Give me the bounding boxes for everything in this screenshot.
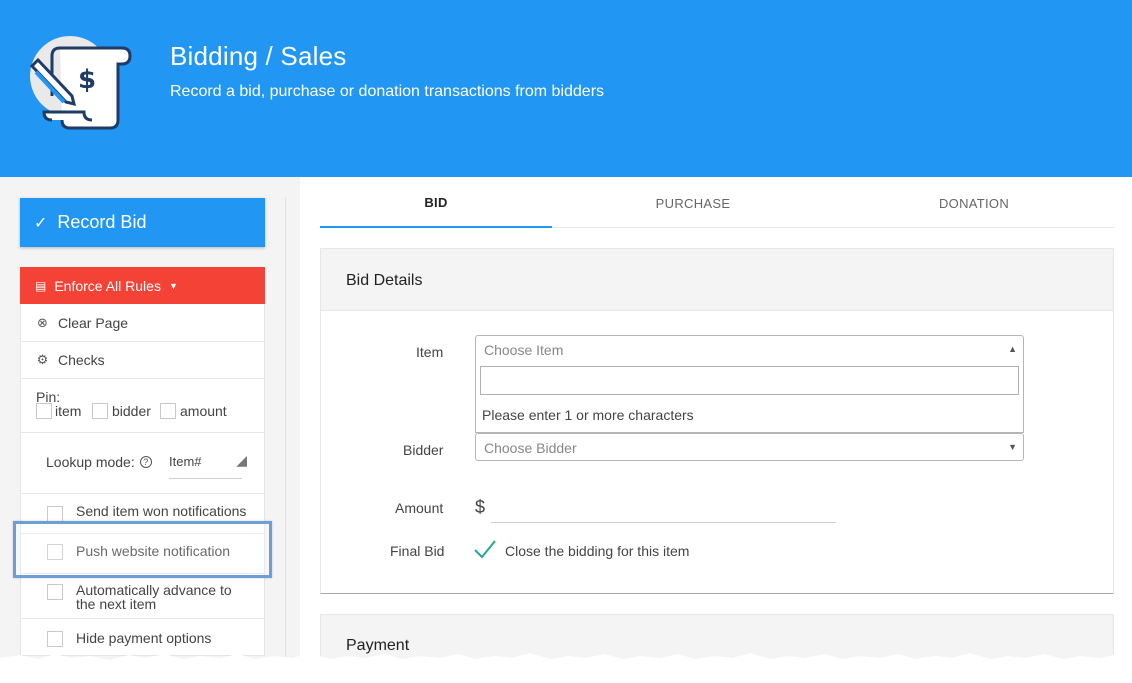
pin-item-checkbox[interactable]: [36, 403, 52, 419]
bid-details-card: Bid Details Item Choose Item ▲ Please en…: [320, 248, 1114, 594]
bid-details-header: Bid Details: [321, 249, 1113, 311]
amount-label: Amount: [395, 500, 444, 516]
list-icon: ▤: [35, 278, 47, 293]
pin-bidder-checkbox[interactable]: [92, 403, 108, 419]
pin-bidder-label: bidder: [112, 403, 151, 419]
dropdown-message: Please enter 1 or more characters: [482, 407, 694, 423]
hide-payment-label: Hide payment options: [76, 630, 212, 646]
record-bid-button[interactable]: ✓ Record Bid: [20, 198, 265, 247]
sidebar-panel: ⊗ Clear Page ⚙ Checks Pin: item bidder a…: [20, 304, 265, 656]
svg-text:$: $: [78, 65, 96, 95]
caret-down-icon: ▼: [1008, 442, 1017, 452]
send-item-won-checkbox[interactable]: [47, 506, 63, 522]
checkmark-icon: ✓: [34, 214, 48, 232]
clear-page-button[interactable]: ⊗ Clear Page: [21, 304, 264, 342]
amount-input[interactable]: [491, 522, 836, 523]
tab-bid[interactable]: BID: [320, 178, 552, 228]
pin-options: Pin: item bidder amount: [21, 379, 264, 433]
item-dropdown: Please enter 1 or more characters: [475, 361, 1024, 433]
hide-payment-checkbox[interactable]: [47, 631, 63, 647]
pin-bidder-option[interactable]: bidder: [92, 403, 151, 419]
clear-page-label: Clear Page: [58, 314, 129, 331]
final-bid-checkbox[interactable]: [473, 539, 497, 559]
caret-down-icon: ▼: [168, 280, 178, 291]
gear-icon: ⚙: [36, 352, 49, 367]
torn-edge: [0, 653, 1132, 683]
item-search-input[interactable]: [480, 366, 1019, 395]
clear-circle-icon: ⊗: [37, 314, 48, 330]
page-title: Bidding / Sales: [170, 41, 347, 71]
help-icon[interactable]: ?: [139, 456, 152, 468]
pin-amount-checkbox[interactable]: [160, 403, 176, 419]
lookup-mode-select[interactable]: Item# ◢: [169, 446, 247, 479]
bid-receipt-icon: $: [29, 36, 132, 130]
caret-up-icon: ▲: [1008, 344, 1017, 354]
pin-amount-option[interactable]: amount: [160, 403, 227, 419]
currency-symbol: $: [475, 497, 486, 517]
final-bid-label: Final Bid: [390, 543, 445, 559]
enforce-rules-label: Enforce All Rules: [54, 277, 161, 294]
tab-donation[interactable]: DONATION: [834, 178, 1114, 228]
auto-advance-label: Automatically advance to the next item: [76, 583, 232, 611]
send-item-won-option[interactable]: Send item won notifications: [21, 494, 264, 533]
push-website-notification-label: Push website notification: [76, 543, 231, 559]
send-item-won-label: Send item won notifications: [76, 503, 247, 519]
item-label: Item: [416, 344, 444, 360]
item-select[interactable]: Choose Item ▲: [475, 335, 1024, 363]
auto-advance-option[interactable]: Automatically advance to the next item: [21, 573, 264, 618]
lookup-mode-row: Lookup mode: ? Item# ◢: [21, 433, 264, 494]
auto-advance-checkbox[interactable]: [47, 584, 63, 600]
bid-details-title: Bid Details: [346, 272, 423, 289]
auto-advance-line2: the next item: [76, 596, 157, 612]
push-website-notification-option[interactable]: Push website notification: [21, 533, 264, 573]
pin-item-option[interactable]: item: [36, 403, 81, 419]
record-bid-label: Record Bid: [57, 212, 147, 232]
bidder-select[interactable]: Choose Bidder ▼: [475, 433, 1024, 461]
lookup-mode-label: Lookup mode: ?: [46, 454, 152, 470]
checks-button[interactable]: ⚙ Checks: [21, 342, 264, 379]
bidder-select-placeholder: Choose Bidder: [484, 440, 577, 456]
page-header: $ Bidding / Sales Record a bid, purchase…: [0, 0, 1132, 177]
select-arrow-icon: ◢: [236, 452, 247, 468]
pin-amount-label: amount: [180, 403, 227, 419]
pin-item-label: item: [55, 403, 82, 419]
tab-bar: BID PURCHASE DONATION: [320, 178, 1114, 228]
enforce-rules-button[interactable]: ▤ Enforce All Rules ▼: [20, 267, 265, 304]
page-subtitle: Record a bid, purchase or donation trans…: [170, 83, 605, 100]
item-select-placeholder: Choose Item: [484, 342, 564, 358]
final-bid-text: Close the bidding for this item: [505, 543, 690, 559]
sidebar-divider: [285, 197, 286, 657]
checks-label: Checks: [58, 352, 105, 368]
push-website-notification-checkbox[interactable]: [47, 544, 63, 560]
lookup-mode-value: Item#: [169, 454, 202, 469]
lookup-mode-text: Lookup mode:: [46, 454, 135, 470]
tab-purchase[interactable]: PURCHASE: [552, 178, 834, 228]
bidder-label: Bidder: [403, 442, 444, 458]
